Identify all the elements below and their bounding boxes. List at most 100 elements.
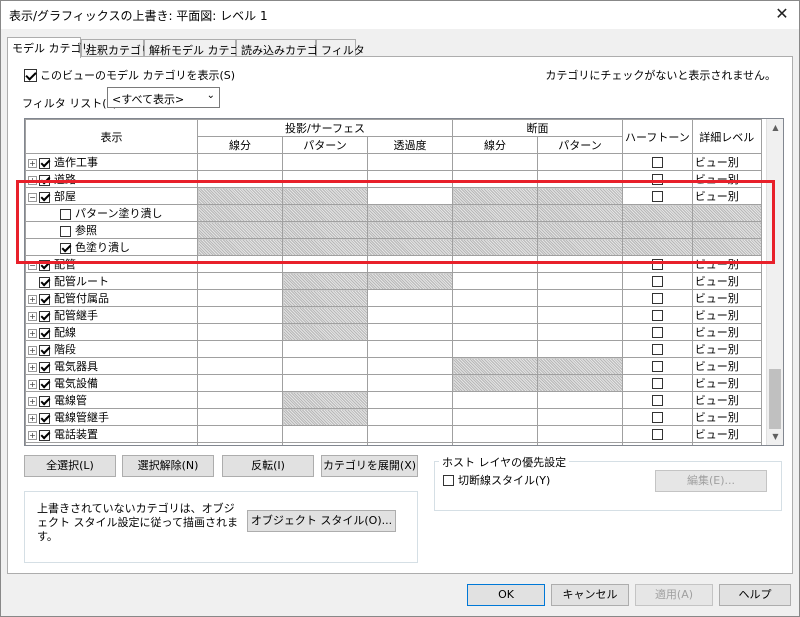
table-row[interactable]: + 電気器具 ビュー別	[25, 357, 762, 375]
override-cell[interactable]	[197, 408, 283, 426]
expand-icon[interactable]: +	[28, 379, 37, 389]
override-cell[interactable]	[537, 289, 623, 307]
halftone-cell[interactable]	[622, 153, 693, 171]
table-row[interactable]: +駐車場ビュー別	[25, 442, 762, 445]
override-cell[interactable]	[367, 272, 453, 290]
detail-level-cell[interactable]: ビュー別	[691, 289, 762, 307]
halftone-checkbox[interactable]	[651, 157, 663, 168]
halftone-cell[interactable]	[622, 289, 693, 307]
category-visibility-checkbox[interactable]	[39, 429, 50, 441]
override-cell[interactable]	[367, 323, 453, 341]
detail-level-cell[interactable]: ビュー別	[691, 425, 762, 443]
halftone-checkbox[interactable]	[651, 378, 663, 389]
cancel-button[interactable]: キャンセル	[551, 584, 629, 606]
help-button[interactable]: ヘルプ	[719, 584, 791, 606]
category-visibility-checkbox[interactable]	[39, 174, 50, 186]
detail-level-cell[interactable]	[691, 204, 762, 222]
category-visibility-checkbox[interactable]	[39, 276, 50, 288]
override-cell[interactable]	[452, 323, 538, 341]
scroll-thumb[interactable]	[769, 369, 781, 429]
halftone-cell[interactable]	[622, 374, 693, 392]
override-cell[interactable]	[537, 187, 623, 205]
category-visibility-checkbox[interactable]	[39, 259, 50, 271]
table-row[interactable]: − 配管 ビュー別	[25, 255, 762, 273]
override-cell[interactable]	[537, 255, 623, 273]
header-visibility[interactable]: 表示	[25, 119, 198, 154]
override-cell[interactable]	[197, 204, 283, 222]
tab-filters[interactable]: フィルタ	[316, 39, 365, 57]
override-cell[interactable]	[197, 340, 283, 358]
table-row[interactable]: + 配管継手 ビュー別	[25, 306, 762, 324]
override-cell[interactable]	[282, 238, 368, 256]
detail-level-cell[interactable]: ビュー別	[691, 272, 762, 290]
override-cell[interactable]	[197, 153, 283, 171]
category-cell[interactable]: − 配管	[25, 255, 198, 273]
category-cell[interactable]: + 造作工事	[25, 153, 198, 171]
override-cell[interactable]	[367, 238, 453, 256]
override-cell[interactable]	[537, 408, 623, 426]
override-cell[interactable]	[537, 238, 623, 256]
override-cell[interactable]	[197, 272, 283, 290]
category-cell[interactable]: − 部屋	[25, 187, 198, 205]
category-cell[interactable]: + 電気設備	[25, 374, 198, 392]
category-visibility-checkbox[interactable]	[39, 191, 50, 203]
override-cell[interactable]	[452, 204, 538, 222]
override-cell[interactable]	[367, 374, 453, 392]
override-cell[interactable]	[537, 306, 623, 324]
halftone-checkbox[interactable]	[651, 174, 663, 185]
override-cell[interactable]	[452, 238, 538, 256]
halftone-cell[interactable]	[622, 221, 693, 239]
table-row[interactable]: + 電線管継手 ビュー別	[25, 408, 762, 426]
override-cell[interactable]	[537, 374, 623, 392]
category-cell[interactable]: + 電話装置	[25, 425, 198, 443]
filter-list-select[interactable]: <すべて表示> ⌄	[107, 87, 220, 108]
override-cell[interactable]	[367, 187, 453, 205]
table-row[interactable]: + 造作工事 ビュー別	[25, 153, 762, 171]
invert-button[interactable]: 反転(I)	[222, 455, 314, 477]
override-cell[interactable]	[197, 289, 283, 307]
override-cell[interactable]	[197, 238, 283, 256]
override-cell[interactable]	[537, 391, 623, 409]
override-cell[interactable]	[197, 357, 283, 375]
tab-imported-categories[interactable]: 読み込みカテゴリ	[236, 39, 329, 57]
override-cell[interactable]	[537, 170, 623, 188]
override-cell[interactable]	[367, 425, 453, 443]
override-cell[interactable]	[282, 306, 368, 324]
detail-level-cell[interactable]: ビュー別	[691, 170, 762, 188]
detail-level-cell[interactable]: ビュー別	[691, 323, 762, 341]
override-cell[interactable]	[282, 391, 368, 409]
category-cell[interactable]: + 道路	[25, 170, 198, 188]
detail-level-cell[interactable]: ビュー別	[691, 374, 762, 392]
category-cell[interactable]: + 電気器具	[25, 357, 198, 375]
category-visibility-checkbox[interactable]	[39, 293, 50, 305]
override-cell[interactable]	[282, 272, 368, 290]
override-cell[interactable]	[367, 442, 453, 445]
expand-icon[interactable]: +	[28, 175, 37, 185]
override-cell[interactable]	[452, 272, 538, 290]
halftone-cell[interactable]	[622, 255, 693, 273]
override-cell[interactable]	[367, 153, 453, 171]
override-cell[interactable]	[282, 255, 368, 273]
category-visibility-checkbox[interactable]	[60, 225, 71, 237]
override-cell[interactable]	[197, 323, 283, 341]
detail-level-cell[interactable]: ビュー別	[691, 357, 762, 375]
override-cell[interactable]	[282, 374, 368, 392]
override-cell[interactable]	[537, 221, 623, 239]
category-cell[interactable]: パターン塗り潰し	[25, 204, 198, 222]
override-cell[interactable]	[452, 357, 538, 375]
table-row[interactable]: + 電気設備 ビュー別	[25, 374, 762, 392]
category-visibility-checkbox[interactable]	[39, 395, 50, 407]
halftone-cell[interactable]	[622, 306, 693, 324]
detail-level-cell[interactable]: ビュー別	[691, 153, 762, 171]
category-visibility-checkbox[interactable]	[39, 344, 50, 356]
detail-level-cell[interactable]: ビュー別	[691, 187, 762, 205]
expand-icon[interactable]: +	[28, 328, 37, 338]
table-row[interactable]: − 部屋 ビュー別	[25, 187, 762, 205]
override-cell[interactable]	[367, 340, 453, 358]
override-cell[interactable]	[282, 323, 368, 341]
override-cell[interactable]	[452, 289, 538, 307]
override-cell[interactable]	[452, 374, 538, 392]
override-cell[interactable]	[197, 170, 283, 188]
override-cell[interactable]	[452, 170, 538, 188]
detail-level-cell[interactable]: ビュー別	[691, 408, 762, 426]
